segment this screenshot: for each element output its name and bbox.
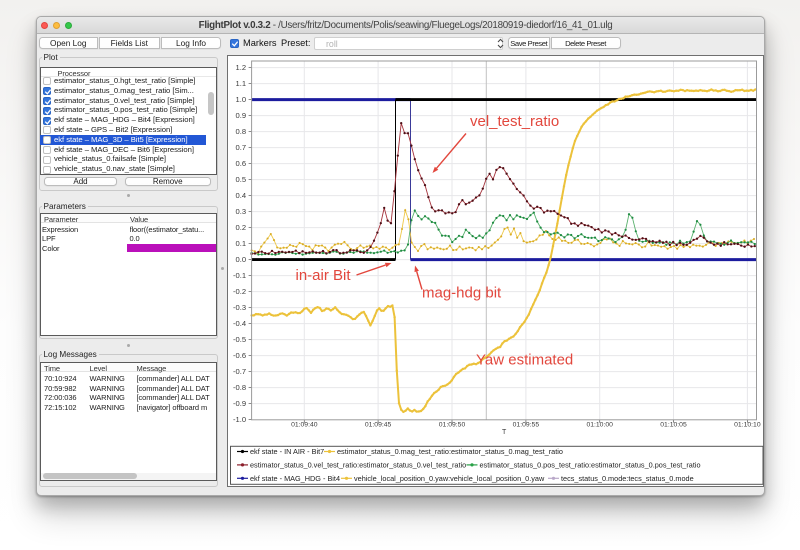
svg-text:0.9: 0.9 xyxy=(236,111,247,120)
svg-text:-0.7: -0.7 xyxy=(233,367,246,376)
svg-text:01:09:45: 01:09:45 xyxy=(365,421,392,428)
svg-text:in-air Bit: in-air Bit xyxy=(296,267,352,284)
svg-text:vehicle_local_position_0.yaw:v: vehicle_local_position_0.yaw:vehicle_loc… xyxy=(354,473,545,482)
svg-text:-0.1: -0.1 xyxy=(233,271,246,280)
svg-text:0.3: 0.3 xyxy=(236,207,247,216)
svg-text:0.7: 0.7 xyxy=(236,143,247,152)
svg-text:01:09:50: 01:09:50 xyxy=(439,421,466,428)
svg-text:estimator_status_0.mag_test_ra: estimator_status_0.mag_test_ratio:estima… xyxy=(337,447,563,456)
svg-text:T: T xyxy=(502,428,507,435)
svg-text:0.5: 0.5 xyxy=(236,175,247,184)
svg-text:01:10:10: 01:10:10 xyxy=(734,421,761,428)
svg-text:-0.8: -0.8 xyxy=(233,383,246,392)
svg-text:1.2: 1.2 xyxy=(236,63,247,72)
svg-text:-0.6: -0.6 xyxy=(233,351,246,360)
svg-text:0.1: 0.1 xyxy=(236,239,247,248)
svg-text:tecs_status_0.mode:tecs_status: tecs_status_0.mode:tecs_status_0.mode xyxy=(561,473,694,482)
svg-text:ekf state - MAG_HDG - Bit4: ekf state - MAG_HDG - Bit4 xyxy=(250,473,340,482)
svg-text:1.1: 1.1 xyxy=(236,79,247,88)
svg-text:1.0: 1.0 xyxy=(236,95,247,104)
svg-text:Yaw estimated: Yaw estimated xyxy=(476,351,573,368)
svg-text:-0.9: -0.9 xyxy=(233,399,246,408)
svg-text:01:09:55: 01:09:55 xyxy=(513,421,540,428)
svg-text:mag-hdg bit: mag-hdg bit xyxy=(422,284,502,301)
svg-text:0.2: 0.2 xyxy=(236,223,247,232)
svg-text:0.6: 0.6 xyxy=(236,159,247,168)
svg-text:-0.4: -0.4 xyxy=(233,319,246,328)
svg-text:vel_test_ratio: vel_test_ratio xyxy=(470,113,559,130)
svg-text:0.0: 0.0 xyxy=(236,255,247,264)
svg-text:-1.0: -1.0 xyxy=(233,415,246,424)
svg-text:0.4: 0.4 xyxy=(236,191,247,200)
svg-text:-0.2: -0.2 xyxy=(233,287,246,296)
svg-text:-0.5: -0.5 xyxy=(233,335,246,344)
svg-text:estimator_status_0.vel_test_ra: estimator_status_0.vel_test_ratio:estima… xyxy=(250,460,466,469)
svg-text:0.8: 0.8 xyxy=(236,127,247,136)
svg-text:01:10:05: 01:10:05 xyxy=(660,421,687,428)
svg-text:01:09:40: 01:09:40 xyxy=(291,421,318,428)
svg-text:ekf state - IN AIR - Bit7: ekf state - IN AIR - Bit7 xyxy=(250,447,324,456)
svg-text:estimator_status_0.pos_test_ra: estimator_status_0.pos_test_ratio:estima… xyxy=(480,460,701,469)
svg-text:01:10:00: 01:10:00 xyxy=(586,421,613,428)
svg-text:-0.3: -0.3 xyxy=(233,303,246,312)
